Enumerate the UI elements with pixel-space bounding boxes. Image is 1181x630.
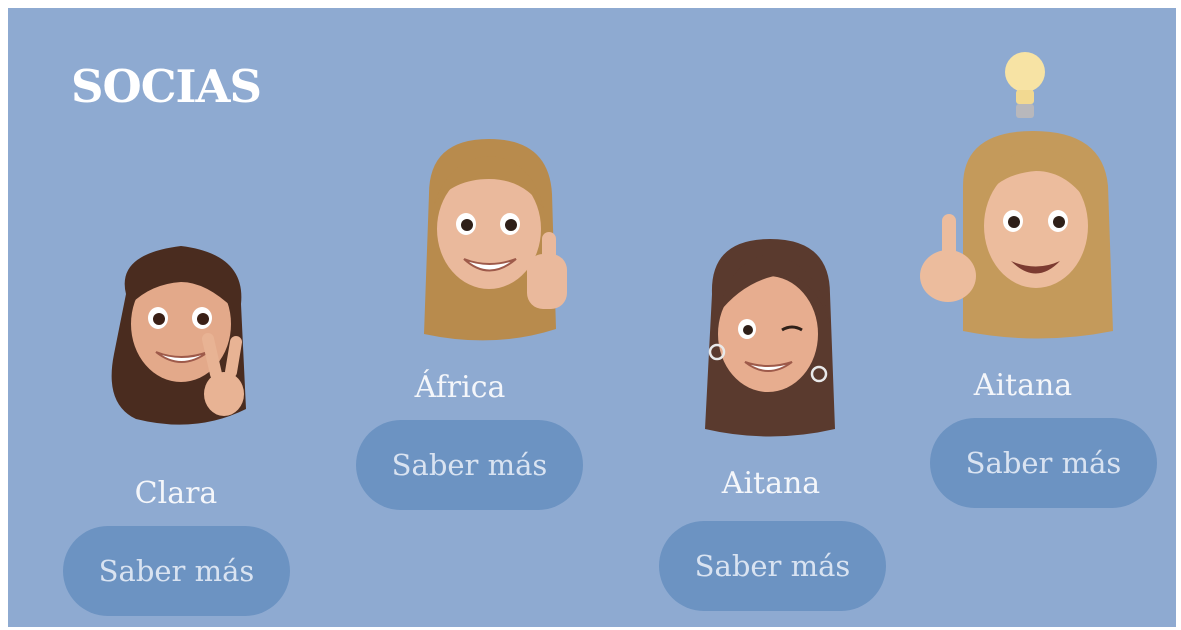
socias-section: SOCIAS Clara Saber más África Saber más	[8, 8, 1176, 627]
avatar-aitana-wink	[705, 239, 835, 437]
saber-mas-button-clara[interactable]: Saber más	[63, 526, 290, 616]
section-title: SOCIAS	[71, 60, 262, 113]
saber-mas-button-aitana-2[interactable]: Saber más	[930, 418, 1157, 508]
member-name: Clara	[134, 476, 218, 511]
saber-mas-button-aitana-1[interactable]: Saber más	[659, 521, 886, 611]
member-name: África	[414, 370, 506, 405]
avatar-africa	[424, 139, 567, 341]
lightbulb-icon	[1005, 52, 1045, 118]
saber-mas-button-africa[interactable]: Saber más	[356, 420, 583, 510]
avatar-clara	[111, 246, 246, 425]
member-name: Aitana	[973, 368, 1073, 403]
member-name: Aitana	[721, 466, 821, 501]
avatar-aitana-idea	[920, 131, 1113, 339]
